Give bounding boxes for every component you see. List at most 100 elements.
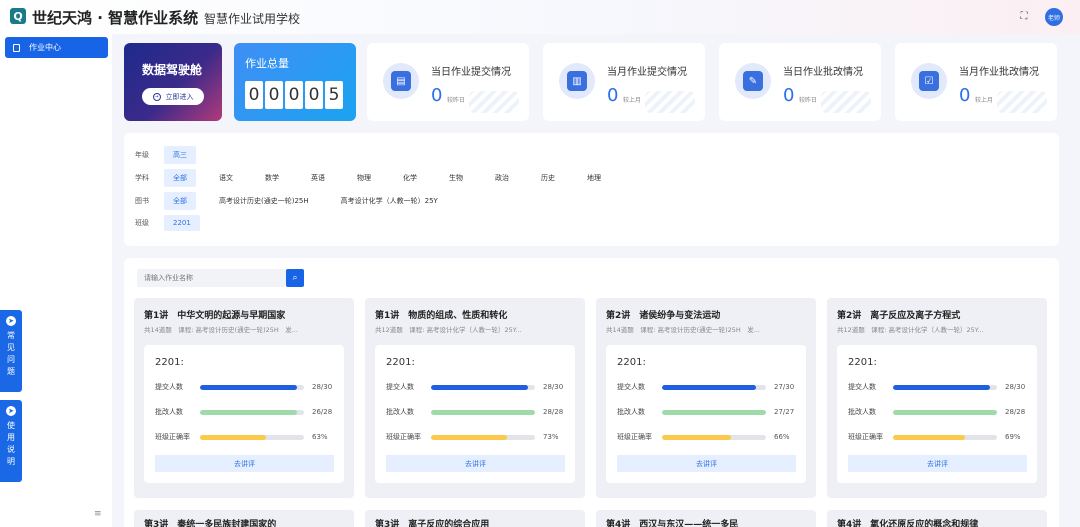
homework-title: 第4讲 西汉与东汉——统一多民	[606, 520, 739, 527]
filter-option[interactable]: 语文	[210, 169, 242, 187]
stat-value: 0	[783, 85, 795, 106]
search-icon[interactable]: ⌕	[286, 269, 304, 287]
decoration	[821, 91, 871, 113]
book-icon: ▤	[383, 63, 419, 99]
progress-value: 66%	[774, 433, 790, 441]
filter-option[interactable]: 化学	[394, 169, 426, 187]
progress-fill	[893, 434, 965, 440]
progress-submit: 提交人数 27/30	[617, 382, 802, 392]
total-digits: 0 0 0 0 5	[245, 81, 343, 109]
check-doc-icon: ☑	[911, 63, 947, 99]
stat-card-daily-review: ✎ 当日作业批改情况 0 较昨日 0 —	[719, 43, 881, 121]
filter-option[interactable]: 历史	[532, 169, 564, 187]
class-stats: 2201: 提交人数 28/30 批改人数 26/28 班级正确率 63% 去讲评	[144, 345, 344, 483]
progress-value: 26/28	[312, 408, 333, 416]
progress-submit: 提交人数 28/30	[155, 382, 340, 392]
progress-fill	[431, 384, 529, 390]
class-name: 2201:	[617, 357, 646, 368]
arrow-right-icon: →	[152, 92, 161, 101]
digit: 0	[245, 81, 263, 109]
progress-label: 提交人数	[386, 383, 414, 391]
progress-value: 28/30	[312, 383, 333, 391]
stat-value: 0	[959, 85, 971, 106]
progress-label: 批改人数	[848, 408, 876, 416]
progress-submit: 提交人数 28/30	[848, 382, 1033, 392]
progress-value: 28/30	[1005, 383, 1026, 391]
filter-option[interactable]: 全部	[164, 192, 196, 210]
progress-label: 批改人数	[617, 408, 645, 416]
progress-fill	[662, 434, 731, 440]
class-stats: 2201: 提交人数 27/30 批改人数 27/27 班级正确率 66% 去讲评	[606, 345, 806, 483]
filter-panel: 年级 高三 学科 全部 语文 数学 英语 物理 化学 生物 政治 历史 地理 图…	[124, 133, 1059, 246]
filter-option[interactable]: 全部	[164, 169, 196, 187]
progress-fill	[893, 409, 997, 415]
compass-icon: ➤	[6, 406, 16, 416]
homework-card: 第4讲 西汉与东汉——统一多民	[596, 510, 816, 527]
stat-card-daily-submit: ▤ 当日作业提交情况 0 较昨日 0 —	[367, 43, 529, 121]
logo-icon: Q	[10, 8, 26, 24]
homework-list-panel: ⌕ 第1讲 中华文明的起源与早期国家 共14道题 课程: 高考设计历史(通史一轮…	[124, 258, 1059, 527]
filter-option[interactable]: 高考设计化学（人教一轮）25Y	[332, 192, 447, 210]
progress-value: 63%	[312, 433, 328, 441]
edit-icon: ✎	[735, 63, 771, 99]
stat-card-monthly-review: ☑ 当月作业批改情况 0 较上月 0 —	[895, 43, 1057, 121]
progress-submit: 提交人数 28/30	[386, 382, 571, 392]
class-stats: 2201: 提交人数 28/30 批改人数 28/28 班级正确率 73% 去讲评	[375, 345, 575, 483]
decoration	[645, 91, 695, 113]
progress-value: 27/30	[774, 383, 795, 391]
review-button[interactable]: 去讲评	[848, 455, 1027, 472]
class-name: 2201:	[386, 357, 415, 368]
progress-label: 提交人数	[155, 383, 183, 391]
cockpit-title: 数据驾驶舱	[142, 63, 203, 77]
review-button[interactable]: 去讲评	[155, 455, 334, 472]
filter-option[interactable]: 物理	[348, 169, 380, 187]
progress-fill	[662, 409, 766, 415]
progress-value: 28/30	[543, 383, 564, 391]
progress-value: 27/27	[774, 408, 795, 416]
homework-title: 第1讲 物质的组成、性质和转化	[375, 311, 508, 321]
filter-option[interactable]: 数学	[256, 169, 288, 187]
review-button[interactable]: 去讲评	[386, 455, 565, 472]
notebook-icon: ▥	[559, 63, 595, 99]
homework-meta: 共14道题 课程: 高考设计历史(通史一轮)25H 发...	[606, 326, 760, 334]
filter-option[interactable]: 2201	[164, 215, 200, 231]
decoration	[469, 91, 519, 113]
progress-label: 班级正确率	[848, 433, 883, 441]
progress-label: 提交人数	[617, 383, 645, 391]
stat-title: 当月作业提交情况	[607, 67, 687, 78]
progress-fill	[200, 409, 297, 415]
homework-meta: 共12道题 课程: 高考设计化学（人教一轮）25Y...	[837, 326, 984, 334]
class-name: 2201:	[155, 357, 184, 368]
top-header: Q 世纪天鸿 · 智慧作业系统 智慧作业试用学校 ⛶ 老师	[0, 0, 1080, 34]
filter-option[interactable]: 生物	[440, 169, 472, 187]
homework-card: 第3讲 离子反应的综合应用	[365, 510, 585, 527]
collapse-menu-icon[interactable]: ≡	[94, 509, 102, 519]
filter-option[interactable]: 高三	[164, 146, 196, 164]
progress-value: 69%	[1005, 433, 1021, 441]
search-input[interactable]	[137, 269, 286, 287]
filter-label: 年级	[135, 151, 149, 159]
filter-row-grade: 年级 高三	[135, 146, 210, 164]
filter-option[interactable]: 高考设计历史(通史一轮)25H	[210, 192, 318, 210]
filter-label: 图书	[135, 197, 149, 205]
faq-button[interactable]: ➤ 常见问题	[0, 310, 22, 392]
filter-option[interactable]: 英语	[302, 169, 334, 187]
faq-label: 常见问题	[7, 331, 15, 376]
digit: 5	[325, 81, 343, 109]
avatar[interactable]: 老师	[1045, 8, 1063, 26]
filter-row-book: 图书 全部 高考设计历史(通史一轮)25H 高考设计化学（人教一轮）25Y	[135, 192, 461, 210]
digit: 0	[305, 81, 323, 109]
filter-option[interactable]: 地理	[578, 169, 610, 187]
review-button[interactable]: 去讲评	[617, 455, 796, 472]
guide-button[interactable]: ➤ 使用说明	[0, 400, 22, 482]
fullscreen-icon[interactable]: ⛶	[1018, 11, 1030, 23]
filter-option[interactable]: 政治	[486, 169, 518, 187]
stat-value: 0	[607, 85, 619, 106]
enter-cockpit-button[interactable]: → 立即进入	[142, 88, 204, 105]
homework-card: 第4讲 氧化还原反应的概念和规律	[827, 510, 1047, 527]
progress-accuracy: 班级正确率 66%	[617, 432, 802, 442]
progress-fill	[431, 434, 507, 440]
sidebar-item-homework-center[interactable]: 作业中心	[5, 37, 108, 58]
progress-label: 班级正确率	[617, 433, 652, 441]
filter-row-subject: 学科 全部 语文 数学 英语 物理 化学 生物 政治 历史 地理	[135, 169, 624, 187]
